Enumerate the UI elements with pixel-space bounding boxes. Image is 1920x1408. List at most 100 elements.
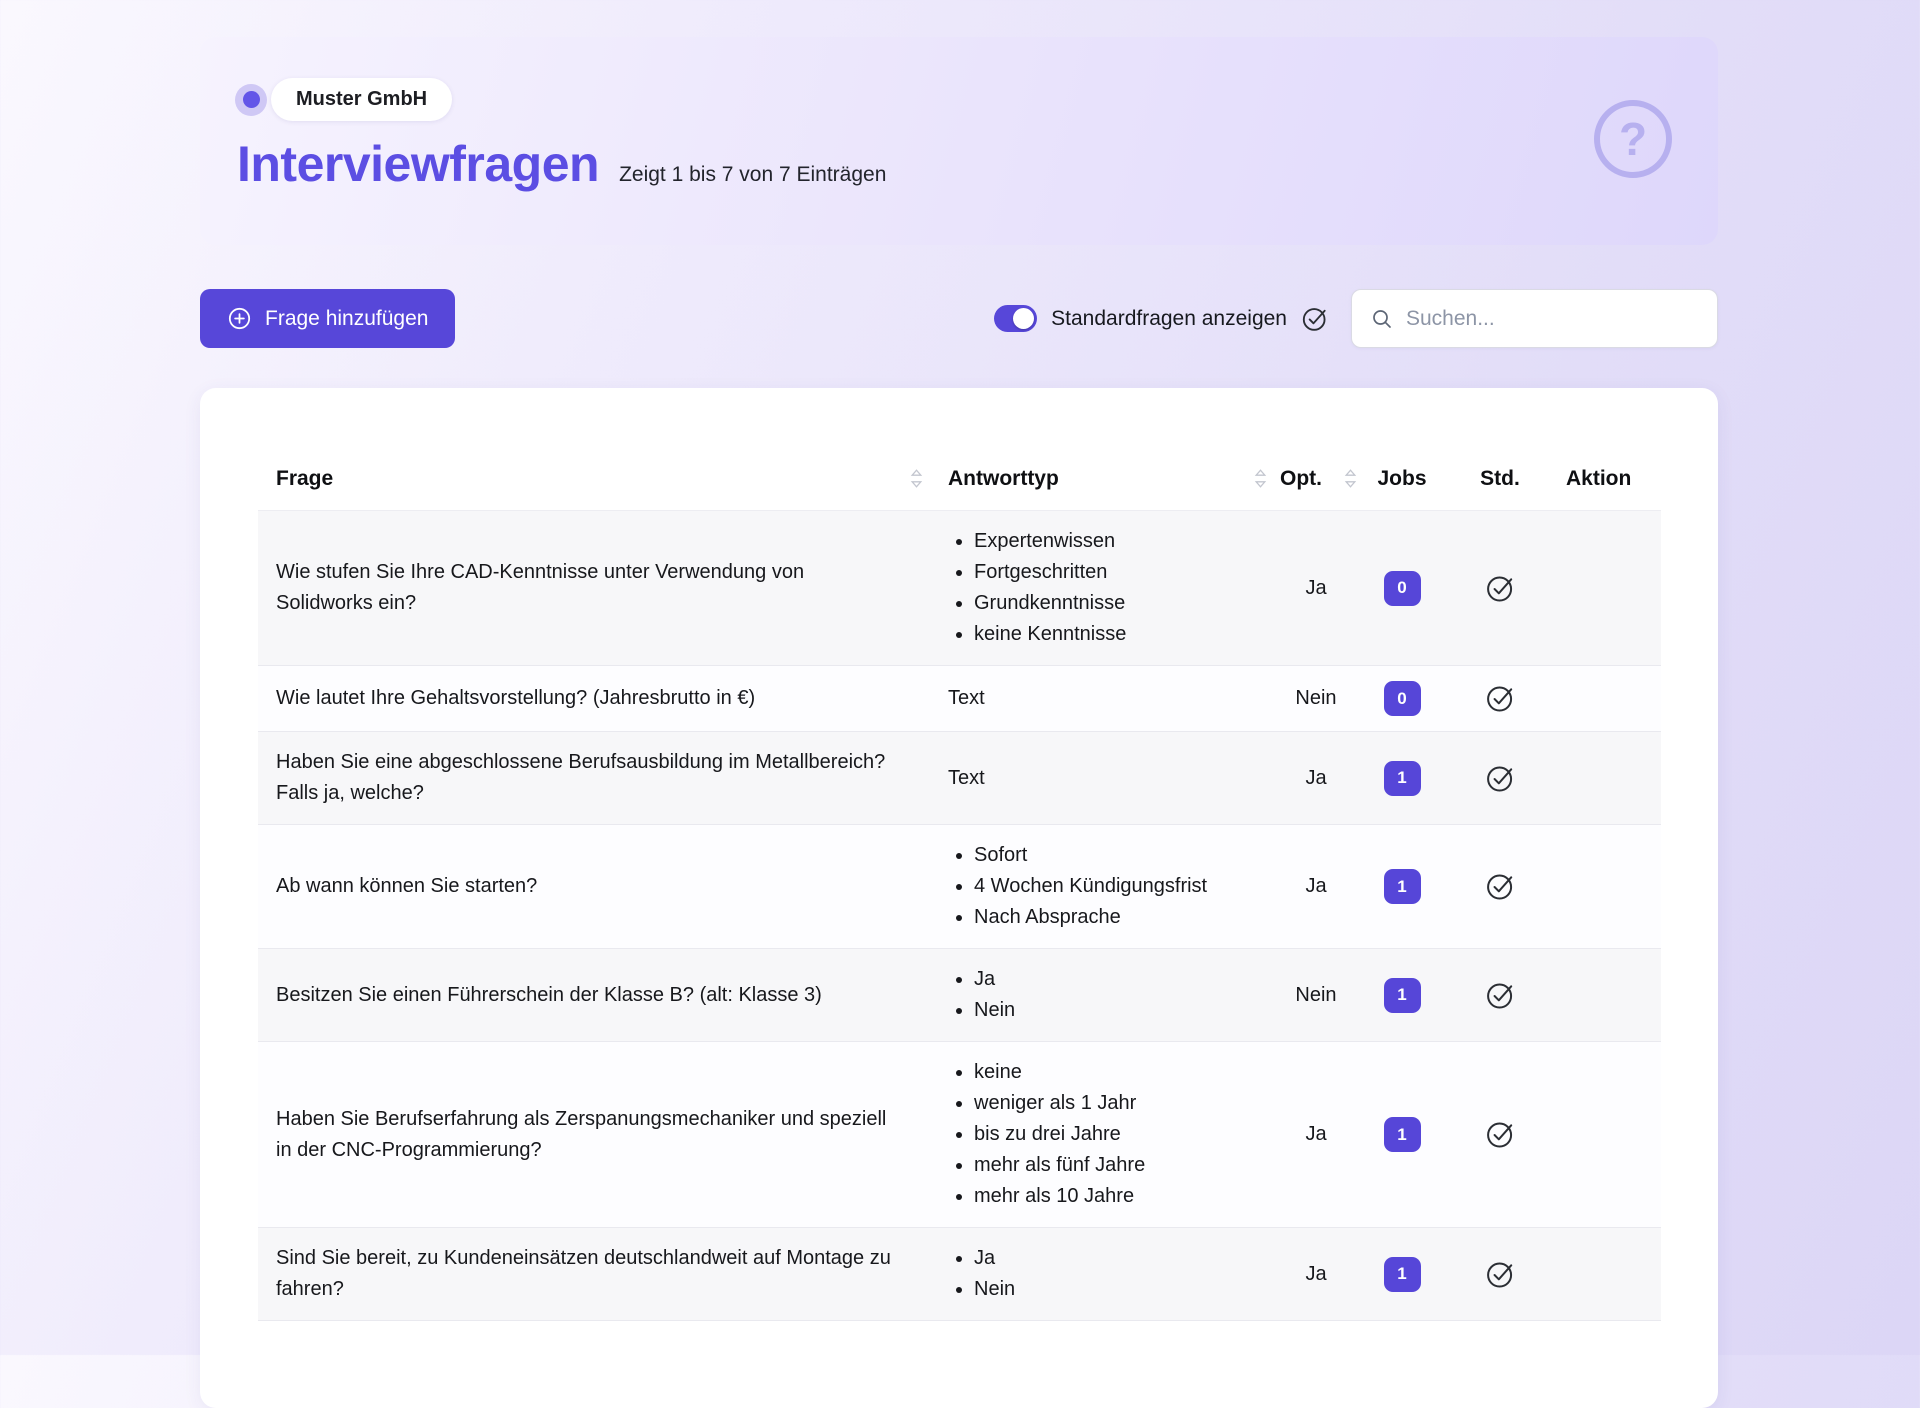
dot-icon <box>243 91 260 108</box>
page-title: Interviewfragen <box>237 135 599 193</box>
question-text: Wie stufen Sie Ihre CAD-Kenntnisse unter… <box>276 561 804 614</box>
entries-count-text: Zeigt 1 bis 7 von 7 Einträgen <box>619 163 886 187</box>
help-icon[interactable]: ? <box>1594 100 1672 178</box>
answer-option: keine Kenntnisse <box>974 619 1270 650</box>
jobs-cell: 1 <box>1352 761 1452 796</box>
standard-check-icon <box>1485 763 1516 794</box>
answer-option: Nein <box>974 1274 1270 1305</box>
standard-cell <box>1452 763 1548 794</box>
answer-option: Expertenwissen <box>974 526 1270 557</box>
standard-cell <box>1452 980 1548 1011</box>
answer-type-cell: Text <box>948 763 1280 794</box>
answer-option: mehr als fünf Jahre <box>974 1150 1270 1181</box>
table-row: Sind Sie bereit, zu Kundeneinsätzen deut… <box>258 1228 1661 1321</box>
search-input[interactable] <box>1406 307 1699 331</box>
standard-check-icon <box>1485 980 1516 1011</box>
answer-option: Sofort <box>974 840 1270 871</box>
answer-option: Nach Absprache <box>974 902 1270 933</box>
question-cell: Haben Sie eine abgeschlossene Berufsausb… <box>258 747 948 809</box>
header-card: Muster GmbH Interviewfragen Zeigt 1 bis … <box>200 37 1718 245</box>
check-circle-icon <box>1301 305 1329 333</box>
table-row: Besitzen Sie einen Führerschein der Klas… <box>258 949 1661 1042</box>
optional-value: Ja <box>1305 1263 1326 1286</box>
column-label: Frage <box>276 463 333 494</box>
table-row: Ab wann können Sie starten? Sofort4 Woch… <box>258 825 1661 949</box>
answer-type-cell: Text <box>948 683 1280 714</box>
sort-icon[interactable] <box>909 466 924 491</box>
standard-cell <box>1452 871 1548 902</box>
column-label: Opt. <box>1280 467 1322 491</box>
answer-type-cell: ExpertenwissenFortgeschrittenGrundkenntn… <box>948 526 1280 650</box>
sort-icon[interactable] <box>1253 466 1268 491</box>
column-header-aktion: Aktion <box>1548 467 1661 491</box>
jobs-cell: 1 <box>1352 1257 1452 1292</box>
standard-questions-toggle-group: Standardfragen anzeigen <box>994 305 1329 333</box>
answer-option: keine <box>974 1057 1270 1088</box>
question-text: Ab wann können Sie starten? <box>276 875 537 897</box>
standard-cell <box>1452 683 1548 714</box>
optional-cell: Ja <box>1280 1123 1352 1146</box>
question-text: Haben Sie Berufserfahrung als Zerspanung… <box>276 1108 886 1161</box>
question-text: Besitzen Sie einen Führerschein der Klas… <box>276 984 822 1006</box>
optional-value: Ja <box>1305 767 1326 790</box>
jobs-cell: 1 <box>1352 869 1452 904</box>
table-body: Wie stufen Sie Ihre CAD-Kenntnisse unter… <box>258 511 1661 1321</box>
add-question-button[interactable]: Frage hinzufügen <box>200 289 455 348</box>
standard-questions-toggle[interactable] <box>994 305 1037 332</box>
question-cell: Haben Sie Berufserfahrung als Zerspanung… <box>258 1104 948 1166</box>
jobs-count-badge: 1 <box>1384 978 1421 1013</box>
jobs-cell: 0 <box>1352 681 1452 716</box>
optional-value: Nein <box>1295 687 1336 710</box>
answer-option: Nein <box>974 995 1270 1026</box>
answer-option: Ja <box>974 1243 1270 1274</box>
standard-check-icon <box>1485 871 1516 902</box>
table-row: Wie lautet Ihre Gehaltsvorstellung? (Jah… <box>258 666 1661 732</box>
table-row: Wie stufen Sie Ihre CAD-Kenntnisse unter… <box>258 511 1661 666</box>
answer-option: Grundkenntnisse <box>974 588 1270 619</box>
optional-value: Ja <box>1305 577 1326 600</box>
answer-option: Fortgeschritten <box>974 557 1270 588</box>
standard-check-icon <box>1485 573 1516 604</box>
answer-type-cell: JaNein <box>948 1243 1280 1305</box>
answer-option: bis zu drei Jahre <box>974 1119 1270 1150</box>
optional-value: Ja <box>1305 875 1326 898</box>
question-mark-glyph: ? <box>1619 116 1647 162</box>
question-cell: Wie stufen Sie Ihre CAD-Kenntnisse unter… <box>258 557 948 619</box>
answer-type-cell: keineweniger als 1 Jahrbis zu drei Jahre… <box>948 1057 1280 1212</box>
question-text: Haben Sie eine abgeschlossene Berufsausb… <box>276 751 885 804</box>
column-header-frage[interactable]: Frage <box>258 463 948 494</box>
column-header-antworttyp[interactable]: Antworttyp <box>948 463 1280 494</box>
jobs-count-badge: 1 <box>1384 1257 1421 1292</box>
standard-cell <box>1452 573 1548 604</box>
toggle-label: Standardfragen anzeigen <box>1051 307 1287 331</box>
question-cell: Ab wann können Sie starten? <box>258 871 948 902</box>
controls-row: Frage hinzufügen Standardfragen anzeigen <box>200 289 1718 348</box>
jobs-count-badge: 1 <box>1384 761 1421 796</box>
column-header-opt[interactable]: Opt. <box>1280 466 1352 491</box>
optional-value: Nein <box>1295 984 1336 1007</box>
title-row: Interviewfragen Zeigt 1 bis 7 von 7 Eint… <box>237 135 886 193</box>
column-label: Std. <box>1480 467 1520 491</box>
answer-type-cell: Sofort4 Wochen KündigungsfristNach Abspr… <box>948 840 1280 933</box>
answer-options-list: Sofort4 Wochen KündigungsfristNach Abspr… <box>948 840 1270 933</box>
question-cell: Wie lautet Ihre Gehaltsvorstellung? (Jah… <box>258 683 948 714</box>
table-header-row: Frage Antworttyp Opt. <box>258 447 1661 511</box>
jobs-count-badge: 1 <box>1384 1117 1421 1152</box>
company-status-dot <box>235 84 267 116</box>
answer-options-list: JaNein <box>948 964 1270 1026</box>
column-label: Aktion <box>1566 467 1631 490</box>
column-header-std: Std. <box>1452 467 1548 491</box>
search-icon <box>1370 307 1394 331</box>
table-row: Haben Sie eine abgeschlossene Berufsausb… <box>258 732 1661 825</box>
optional-cell: Nein <box>1280 687 1352 710</box>
question-cell: Besitzen Sie einen Führerschein der Klas… <box>258 980 948 1011</box>
question-text: Wie lautet Ihre Gehaltsvorstellung? (Jah… <box>276 687 755 709</box>
company-badge: Muster GmbH <box>235 78 452 121</box>
standard-cell <box>1452 1119 1548 1150</box>
answer-type-cell: JaNein <box>948 964 1280 1026</box>
company-name-pill: Muster GmbH <box>271 78 452 121</box>
answer-options-list: keineweniger als 1 Jahrbis zu drei Jahre… <box>948 1057 1270 1212</box>
answer-option: 4 Wochen Kündigungsfrist <box>974 871 1270 902</box>
jobs-count-badge: 0 <box>1384 681 1421 716</box>
standard-cell <box>1452 1259 1548 1290</box>
